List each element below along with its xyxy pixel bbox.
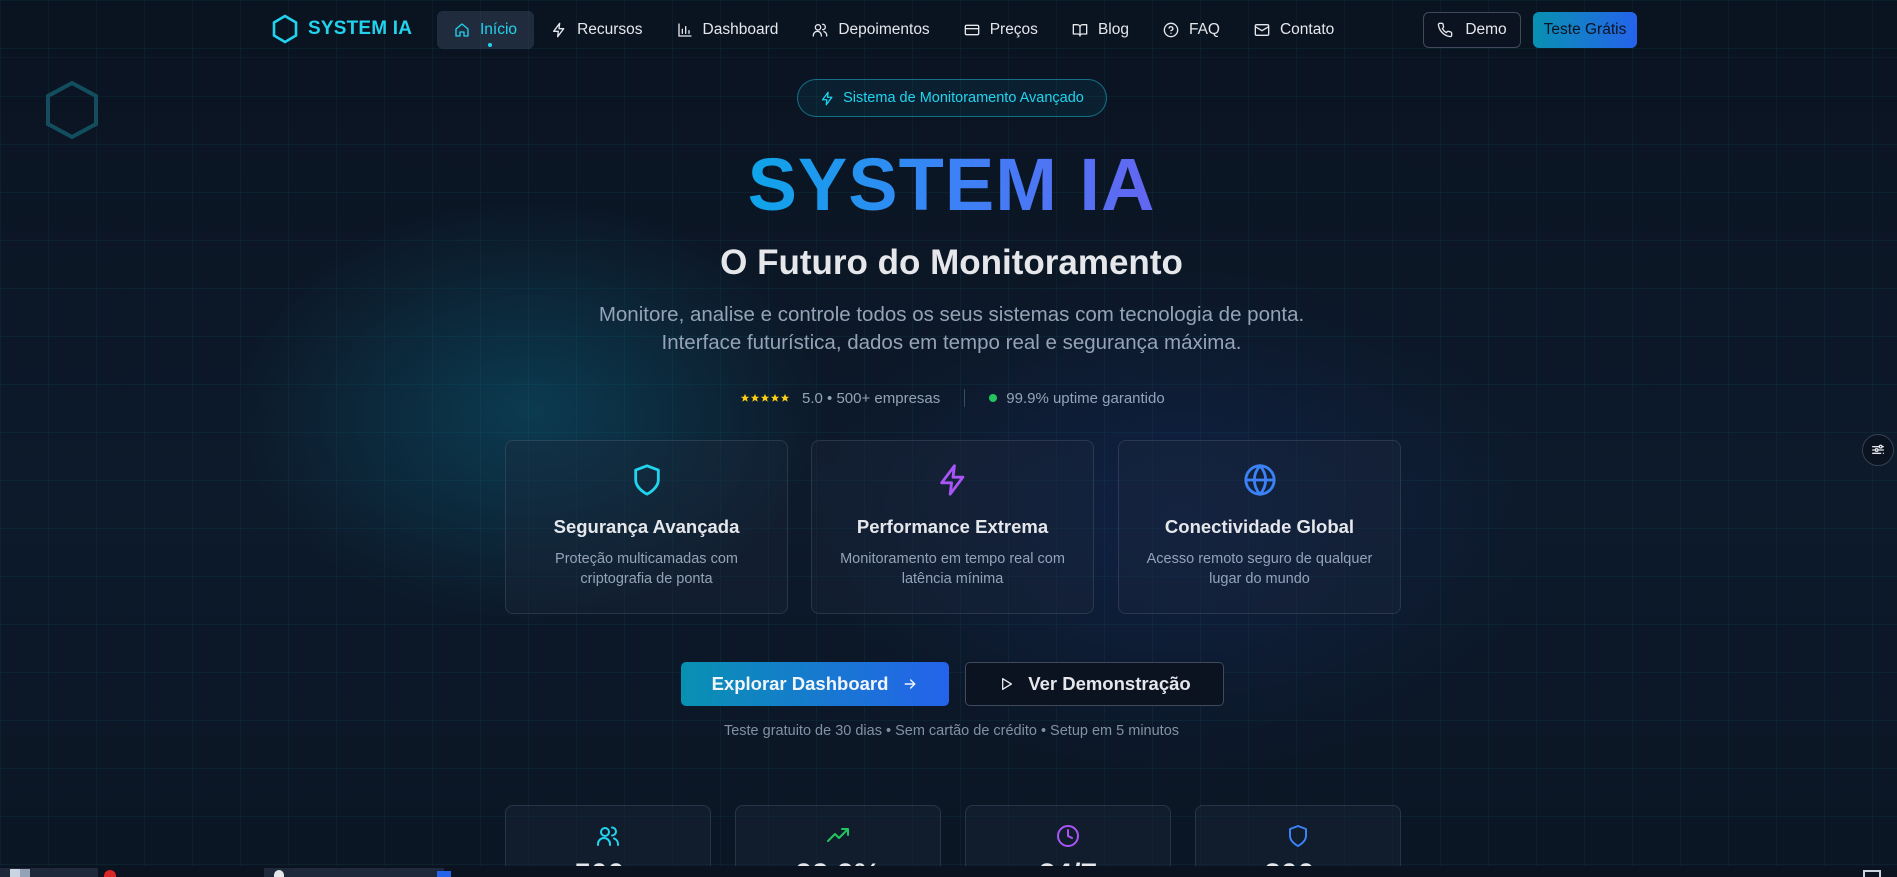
star-icon [740, 393, 750, 402]
hexagon-logo-icon [272, 14, 298, 44]
feature-card-title: Performance Extrema [856, 516, 1049, 537]
nav-label: Início [480, 21, 518, 38]
nav-links: Início Recursos Dashboard Depoimentos Pr… [437, 11, 1351, 49]
feature-card-connectivity: Conectividade Global Acesso remoto segur… [1118, 440, 1401, 614]
tray-icon[interactable] [1863, 870, 1881, 877]
browser-app-icon[interactable] [104, 870, 116, 877]
hero-description: Monitore, analise e controle todos os se… [0, 301, 1897, 357]
mail-icon [1254, 24, 1270, 36]
hero-description-line: Monitore, analise e controle todos os se… [598, 303, 1305, 326]
feature-card-performance: Performance Extrema Monitoramento em tem… [811, 440, 1094, 614]
nav-item-dashboard[interactable]: Dashboard [660, 11, 796, 49]
nav-item-faq[interactable]: FAQ [1146, 11, 1237, 49]
background-grid [0, 0, 1897, 877]
demo-button[interactable]: Demo [1423, 12, 1521, 48]
shield-icon [633, 464, 660, 496]
view-demo-button[interactable]: Ver Demonstração [965, 662, 1224, 706]
hexagon-decoration-icon [46, 80, 98, 140]
play-icon [1002, 678, 1013, 690]
app-icon[interactable] [274, 870, 284, 877]
feature-card-desc: Monitoramento em tempo real com latência… [840, 551, 1065, 587]
sliders-icon [1872, 444, 1884, 454]
star-icon [750, 393, 760, 402]
view-demo-label: Ver Demonstração [1028, 673, 1191, 694]
free-trial-button-label: Teste Grátis [1543, 21, 1627, 38]
hero-description-line: Interface futurística, dados em tempo re… [661, 331, 1242, 354]
shield-icon [1289, 825, 1307, 847]
nav-item-inicio[interactable]: Início [437, 11, 535, 49]
nav-item-precos[interactable]: Preços [947, 11, 1055, 49]
explore-dashboard-label: Explorar Dashboard [711, 673, 889, 694]
nav-label: Blog [1097, 21, 1129, 38]
phone-icon [1438, 22, 1453, 38]
hero-badge: Sistema de Monitoramento Avançado [797, 79, 1107, 117]
zap-icon [553, 22, 565, 38]
app-icon[interactable] [437, 871, 451, 877]
credit-card-icon [964, 24, 980, 36]
windows-icon [20, 869, 30, 877]
nav-item-contato[interactable]: Contato [1237, 11, 1351, 49]
star-icon [780, 393, 790, 402]
brand-name: SYSTEM IA [308, 18, 413, 39]
status-dot [989, 394, 998, 402]
nav-label: Recursos [577, 21, 643, 38]
hero-title: SYSTEM IA [0, 140, 1897, 230]
trial-note: Teste gratuito de 30 dias • Sem cartão d… [723, 723, 1180, 739]
feature-card-desc: Proteção multicamadas com criptografia d… [555, 551, 738, 587]
rating-divider [964, 389, 966, 407]
nav-label: Depoimentos [838, 21, 930, 38]
feature-card-security: Segurança Avançada Proteção multicamadas… [505, 440, 788, 614]
home-icon [455, 23, 469, 37]
hero-subtitle: O Futuro do Monitoramento [720, 243, 1183, 282]
nav-label: FAQ [1188, 21, 1220, 38]
help-circle-icon [1163, 22, 1179, 38]
users-icon [813, 23, 828, 37]
feature-card-title: Segurança Avançada [553, 516, 740, 537]
bar-chart-icon [677, 23, 692, 37]
feature-card-title: Conectividade Global [1164, 516, 1355, 537]
taskbar-app-area [264, 868, 444, 877]
demo-button-label: Demo [1465, 21, 1507, 38]
arrow-right-icon [905, 679, 917, 689]
brand-logo[interactable]: SYSTEM IA [270, 14, 412, 44]
globe-icon [1243, 463, 1276, 497]
nav-label: Contato [1279, 21, 1335, 38]
windows-icon [10, 869, 20, 877]
star-icon [770, 393, 780, 402]
top-navbar: SYSTEM IA Início Recursos Dashboard Depo… [0, 0, 1897, 58]
clock-icon [1057, 825, 1079, 847]
nav-label: Preços [989, 21, 1038, 38]
trending-up-icon [827, 828, 849, 842]
rating-row: 5.0 • 500+ empresas 99.9% uptime garanti… [740, 388, 1165, 408]
accessibility-widget-button[interactable] [1862, 434, 1894, 466]
book-open-icon [1072, 24, 1088, 37]
hero-badge-label: Sistema de Monitoramento Avançado [843, 90, 1084, 106]
nav-item-blog[interactable]: Blog [1055, 11, 1146, 49]
feature-card-desc: Acesso remoto seguro de qualquer lugar d… [1146, 551, 1373, 587]
zap-icon [822, 91, 833, 105]
free-trial-button[interactable]: Teste Grátis [1533, 12, 1637, 48]
star-rating [740, 393, 790, 403]
uptime-text: 99.9% uptime garantido [1006, 389, 1165, 407]
nav-item-depoimentos[interactable]: Depoimentos [795, 11, 946, 49]
nav-label: Dashboard [702, 21, 779, 38]
hero-title-text: SYSTEM IA [747, 143, 1156, 226]
zap-icon [939, 464, 964, 496]
rating-text: 5.0 • 500+ empresas [802, 389, 941, 407]
nav-item-recursos[interactable]: Recursos [534, 11, 659, 49]
star-icon [760, 393, 770, 402]
explore-dashboard-button[interactable]: Explorar Dashboard [681, 662, 949, 706]
users-icon [597, 826, 619, 846]
